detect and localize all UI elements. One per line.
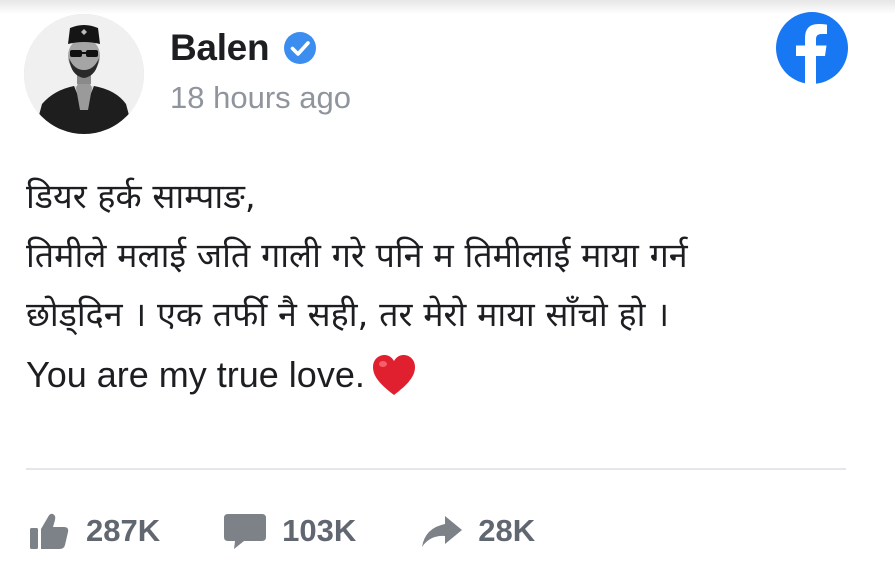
thumbs-up-icon — [30, 513, 69, 549]
divider — [26, 468, 846, 470]
author-row: Balen — [170, 24, 317, 72]
share-count: 28K — [478, 513, 536, 548]
post-line-2: तिमीले मलाई जति गाली गरे पनि म तिमीलाई म… — [26, 236, 688, 276]
avatar-photo — [24, 14, 144, 134]
engagement-bar: 287K 103K 28K — [26, 508, 597, 554]
post-text: डियर हर्क साम्पाङ, तिमीले मलाई जति गाली … — [26, 168, 866, 404]
comment-stat[interactable]: 103K — [222, 511, 356, 551]
verified-badge-icon — [284, 32, 317, 64]
share-arrow-icon — [422, 516, 463, 547]
comment-icon — [224, 514, 267, 549]
share-stat[interactable]: 28K — [418, 511, 535, 551]
like-count: 287K — [86, 513, 161, 548]
top-shadow — [0, 0, 895, 14]
heart-emoji-icon — [372, 355, 415, 395]
post-line-4: You are my true love. — [26, 354, 365, 395]
avatar[interactable] — [24, 14, 144, 134]
comment-count: 103K — [282, 513, 357, 548]
facebook-logo-icon[interactable] — [776, 12, 848, 84]
post-line-1: डियर हर्क साम्पाङ, — [26, 177, 256, 217]
post-timestamp[interactable]: 18 hours ago — [170, 80, 351, 116]
author-name[interactable]: Balen — [170, 27, 270, 69]
post-line-3: छोड्दिन । एक तर्फी नै सही, तर मेरो माया … — [26, 295, 670, 335]
like-stat[interactable]: 287K — [26, 511, 160, 551]
post-line-4-wrap: You are my true love. — [26, 345, 866, 404]
